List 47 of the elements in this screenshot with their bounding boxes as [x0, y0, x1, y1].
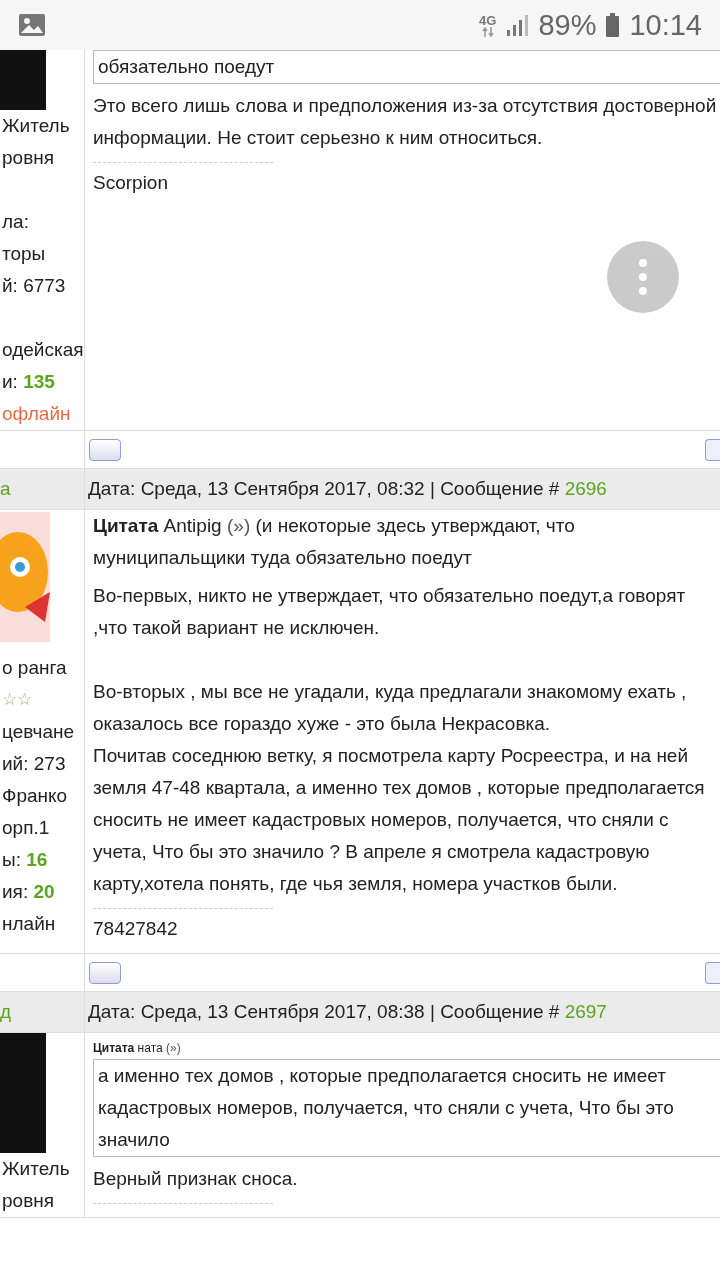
post-meta: Дата: Среда, 13 Сентября 2017, 08:32 | Сообщение # 2696	[87, 477, 607, 501]
network-indicator: 4G	[479, 13, 497, 37]
quote-box: а именно тех домов , которые предполагается сносить не имеет кадастровых номеров, получается, что сняли с учета, Что бы это значило	[93, 1059, 720, 1157]
quote-box: обязательно поедут	[93, 50, 720, 84]
data-arrows-icon	[481, 26, 494, 37]
signature: Scorpion	[93, 171, 169, 195]
avatar-photo-placeholder	[0, 50, 46, 110]
post-text: Во-вторых , мы все не угадали, куда предлагали знакомому ехать , оказалось все гораздо хуже - это была Некрасовка.	[93, 680, 688, 736]
battery-percent: 89%	[538, 8, 597, 42]
profile-text: орп.1	[1, 816, 51, 840]
post-meta: Дата: Среда, 13 Сентября 2017, 08:38 | Сообщение # 2697	[87, 1000, 607, 1024]
image-icon	[18, 13, 46, 37]
status-text: нлайн	[1, 912, 57, 936]
quote-caption: Цитата ната (»)	[93, 1040, 182, 1057]
profile-text: Житель	[1, 1157, 71, 1181]
battery-icon	[606, 13, 620, 37]
profile-text: торы	[1, 242, 47, 266]
profile-text: ровня	[1, 146, 55, 170]
profile-text: Франко	[1, 784, 69, 808]
profile-stat: и: 135	[1, 370, 56, 394]
post-text: Это всего лишь слова и предположения из-за отсутствия достоверной информации. Не стоит серьезно к ним относиться.	[93, 94, 718, 150]
rank-stars: ☆☆	[1, 689, 33, 711]
profile-text: одейская	[1, 338, 84, 362]
post-text: Верный признак сноса.	[93, 1167, 299, 1191]
signature: 78427842	[93, 917, 179, 941]
profile-stat: ия: 20	[1, 880, 56, 904]
profile-text: цевчане	[1, 720, 75, 744]
profile-text: ий: 273	[1, 752, 67, 776]
post-text: Почитав соседнюю ветку, я посмотрела карту Росреестра, и на ней земля 47-48 квартала, а именно тех домов , которые предполагается сносить не имеет кадастровых номеров, получается, что сняли с учета, Что бы это значило ? В апреле я смотрела кадастровую карту,хотела понять, где чья земля, номера участков были.	[93, 744, 706, 896]
profile-stat: ы: 16	[1, 848, 49, 872]
author-name[interactable]: д	[0, 992, 85, 1032]
post-text: Во-первых, никто не утверждает, что обязательно поедут,а говорят ,что такой вариант не исключен.	[93, 584, 687, 640]
profile-button[interactable]	[89, 438, 121, 461]
author-name[interactable]: а	[0, 469, 85, 509]
top-button[interactable]	[705, 961, 720, 984]
clock: 10:14	[629, 8, 702, 42]
quote-text: Цитата Antipig (») (и некоторые здесь утверждают, что муниципальщики туда обязательно поедут	[93, 514, 576, 570]
profile-text: о ранга	[1, 656, 68, 680]
profile-button[interactable]	[89, 961, 121, 984]
signal-icon	[506, 14, 529, 36]
profile-text: Житель	[1, 114, 71, 138]
more-icon	[638, 257, 648, 297]
profile-text: ла:	[1, 210, 30, 234]
profile-text: ровня	[1, 1189, 55, 1213]
top-button[interactable]	[705, 438, 720, 461]
profile-text: й: 6773	[1, 274, 67, 298]
status-text: офлайн	[1, 402, 72, 426]
